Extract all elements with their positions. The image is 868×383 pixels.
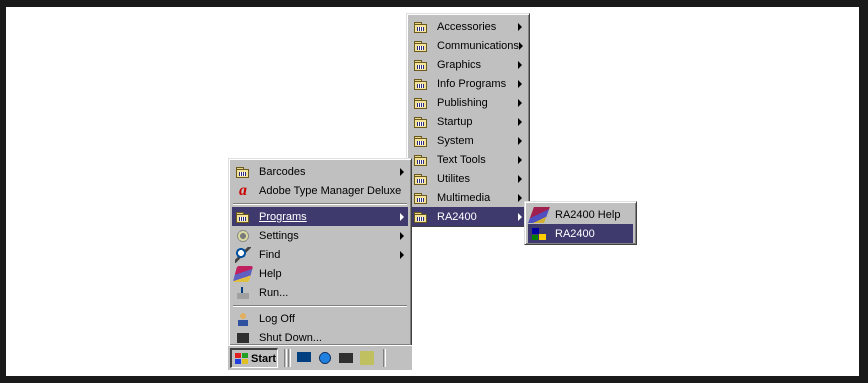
folder-icon (413, 209, 429, 225)
menu-item-label: Shut Down... (259, 331, 322, 344)
menu-item-label: Adobe Type Manager Deluxe (259, 184, 402, 197)
folder-icon (413, 19, 429, 35)
folder-icon (413, 152, 429, 168)
menu-item-label: Programs (259, 210, 307, 223)
programs-item-communications[interactable]: Communications (410, 36, 526, 55)
start-item-programs[interactable]: Programs (232, 207, 408, 226)
submenu-arrow-icon (518, 41, 523, 50)
help-icon (232, 265, 254, 282)
outlook-express-icon[interactable] (338, 350, 354, 366)
menu-item-label: Accessories (437, 20, 497, 33)
start-item-settings[interactable]: Settings (232, 226, 408, 245)
start-label: Start (251, 352, 277, 365)
folder-icon (413, 114, 429, 130)
folder-icon (235, 164, 251, 180)
submenu-arrow-icon (518, 174, 522, 183)
taskbar: Start (228, 345, 412, 370)
menu-item-label: RA2400 Help (555, 208, 621, 221)
start-menu: Barcodes a Adobe Type Manager Deluxe Pro… (228, 158, 412, 346)
help-book-icon (528, 206, 550, 223)
programs-item-utilites[interactable]: Utilites (410, 169, 526, 188)
submenu-arrow-icon (518, 22, 522, 31)
channels-icon[interactable] (359, 350, 375, 366)
programs-item-info-programs[interactable]: Info Programs (410, 74, 526, 93)
folder-icon (413, 133, 429, 149)
folder-icon (413, 171, 429, 187)
application-icon (531, 225, 547, 242)
menu-item-label: Barcodes (259, 165, 306, 178)
internet-explorer-icon[interactable] (317, 350, 333, 366)
programs-item-multimedia[interactable]: Multimedia (410, 188, 526, 207)
submenu-arrow-icon (518, 193, 522, 202)
start-item-barcodes[interactable]: Barcodes (232, 162, 408, 181)
menu-item-label: RA2400 (555, 227, 595, 240)
folder-icon (413, 95, 429, 111)
log-off-icon (235, 310, 251, 327)
folder-icon (413, 38, 429, 54)
submenu-arrow-icon (518, 98, 522, 107)
programs-submenu: Accessories Communications Graphics Info… (406, 13, 530, 227)
start-item-help[interactable]: Help (232, 264, 408, 283)
folder-icon (413, 76, 429, 92)
menu-separator (233, 305, 407, 307)
settings-icon (235, 227, 251, 244)
menu-item-label: Publishing (437, 96, 488, 109)
menu-item-label: Text Tools (437, 153, 486, 166)
menu-item-label: Log Off (259, 312, 295, 325)
ra2400-submenu: RA2400 Help RA2400 (524, 201, 637, 245)
submenu-arrow-icon (400, 212, 404, 221)
menu-item-label: Settings (259, 229, 299, 242)
windows-logo-icon (235, 352, 249, 365)
folder-icon (413, 57, 429, 73)
folder-icon (235, 209, 251, 225)
taskbar-separator (383, 349, 386, 367)
menu-item-label: RA2400 (437, 210, 477, 223)
submenu-arrow-icon (518, 60, 522, 69)
menu-item-label: Communications (437, 39, 519, 52)
programs-item-system[interactable]: System (410, 131, 526, 150)
programs-item-ra2400[interactable]: RA2400 (410, 207, 526, 226)
submenu-arrow-icon (518, 155, 522, 164)
ra2400-item-help[interactable]: RA2400 Help (528, 205, 633, 224)
programs-item-graphics[interactable]: Graphics (410, 55, 526, 74)
start-button[interactable]: Start (230, 348, 278, 368)
start-item-log-off[interactable]: Log Off (232, 309, 408, 328)
submenu-arrow-icon (518, 79, 522, 88)
programs-item-startup[interactable]: Startup (410, 112, 526, 131)
run-icon (235, 284, 251, 301)
start-item-run[interactable]: Run... (232, 283, 408, 302)
submenu-arrow-icon (400, 250, 404, 259)
show-desktop-icon[interactable] (296, 350, 312, 366)
submenu-arrow-icon (518, 212, 522, 221)
programs-item-text-tools[interactable]: Text Tools (410, 150, 526, 169)
adobe-icon: a (239, 181, 247, 199)
submenu-arrow-icon (518, 117, 522, 126)
programs-item-publishing[interactable]: Publishing (410, 93, 526, 112)
taskbar-separator (284, 349, 287, 367)
submenu-arrow-icon (518, 136, 522, 145)
menu-separator (233, 203, 407, 205)
submenu-arrow-icon (400, 167, 404, 176)
programs-item-accessories[interactable]: Accessories (410, 17, 526, 36)
submenu-arrow-icon (400, 231, 404, 240)
menu-item-label: Info Programs (437, 77, 507, 90)
start-item-find[interactable]: Find (232, 245, 408, 264)
menu-item-label: Multimedia (437, 191, 491, 204)
menu-item-label: Startup (437, 115, 473, 128)
menu-item-label: Help (259, 267, 282, 280)
folder-icon (413, 190, 429, 206)
shut-down-icon (235, 329, 251, 346)
menu-item-label: System (437, 134, 474, 147)
menu-item-label: Utilites (437, 172, 471, 185)
menu-item-label: Run... (259, 286, 289, 299)
menu-item-label: Find (259, 248, 281, 261)
taskbar-separator (288, 349, 291, 367)
find-icon (235, 246, 251, 263)
start-item-adobe-type-manager[interactable]: a Adobe Type Manager Deluxe (232, 181, 408, 200)
ra2400-item-application[interactable]: RA2400 (528, 224, 633, 243)
menu-item-label: Graphics (437, 58, 482, 71)
